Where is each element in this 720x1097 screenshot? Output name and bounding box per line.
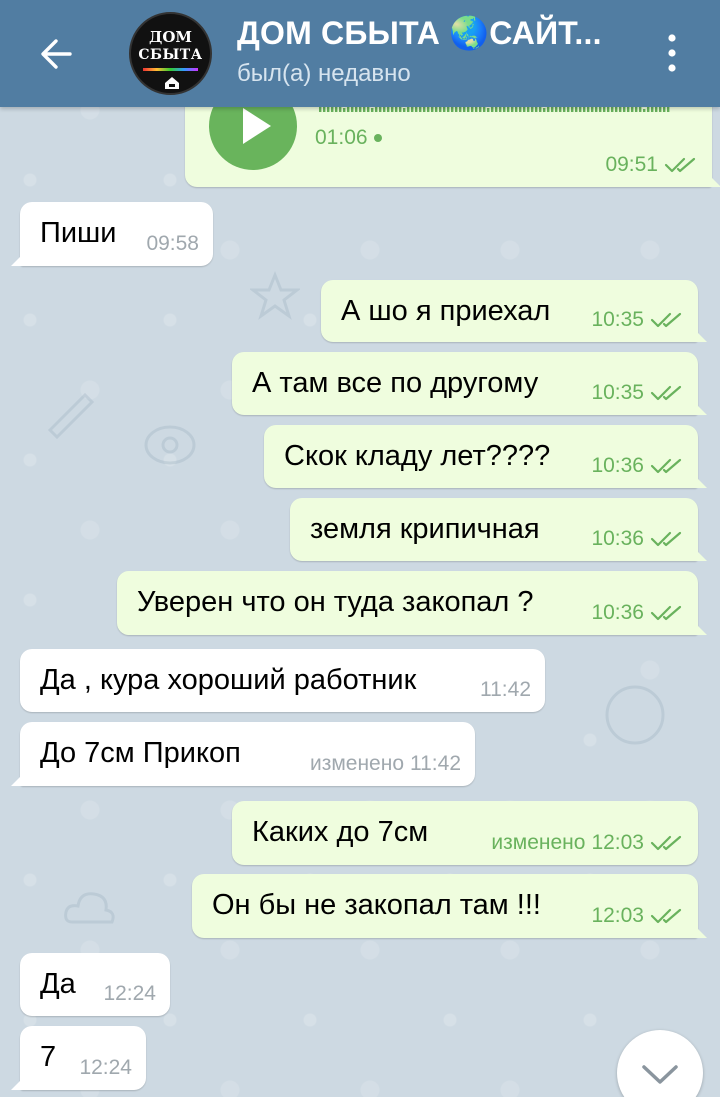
message-time: 10:36 — [591, 454, 644, 477]
message-time: 10:35 — [591, 308, 644, 331]
double-check-icon — [650, 835, 682, 851]
message-time: 09:51 — [605, 153, 658, 176]
message-text: Он бы не закопал там !!! — [212, 889, 541, 921]
waveform-bar — [527, 107, 530, 112]
message-text: А шо я приехал — [341, 295, 551, 327]
message-text: 7 — [40, 1041, 57, 1073]
avatar-text-top: ДОМ — [148, 28, 192, 46]
scroll-down-button[interactable] — [617, 1030, 703, 1097]
doodle-pencil-icon — [47, 392, 95, 440]
more-vertical-icon[interactable] — [652, 28, 692, 78]
double-check-icon — [650, 458, 682, 474]
chevron-down-icon — [642, 1065, 678, 1084]
voice-duration: 01:06 — [315, 126, 382, 150]
message-bubble[interactable]: Да , кура хороший работник 11:42 — [20, 649, 545, 712]
last-seen-status: был(а) недавно — [237, 60, 411, 87]
message-bubble[interactable]: Пиши 09:58 — [11, 202, 213, 266]
doodle-cloud-icon — [64, 892, 115, 924]
double-check-icon — [650, 908, 682, 924]
message-time: 09:58 — [146, 232, 199, 255]
double-check-icon — [650, 605, 682, 621]
double-check-icon — [664, 157, 696, 173]
message-text: А там все по другому — [252, 367, 539, 399]
message-text: Да — [40, 968, 76, 1000]
message-time: 12:24 — [79, 1056, 132, 1079]
message-text: Каких до 7см — [252, 816, 429, 848]
message-bubble[interactable]: А шо я приехал 10:35 — [321, 280, 707, 342]
waveform-bar — [403, 108, 406, 112]
avatar-rainbow-bar — [143, 68, 198, 71]
message-bubble[interactable]: Скок кладу лет???? 10:36 — [264, 425, 707, 488]
message-text: Пиши — [40, 217, 117, 249]
message-text: земля крипичная — [310, 513, 540, 545]
message-bubble[interactable]: Он бы не закопал там !!! 12:03 — [192, 874, 707, 938]
message-text: Скок кладу лет???? — [284, 440, 551, 472]
message-text: До 7см Прикоп — [40, 737, 241, 769]
message-time: 10:36 — [591, 527, 644, 550]
waveform-bar — [643, 109, 646, 112]
message-bubble[interactable]: 7 12:24 — [11, 1026, 146, 1090]
message-time: 12:03 — [591, 831, 644, 854]
message-text: Да , кура хороший работник — [40, 664, 417, 696]
edited-label: изменено — [309, 752, 404, 775]
home-icon — [165, 77, 179, 89]
arrow-left-icon[interactable] — [30, 28, 82, 80]
chat-header: ДОМ СБЫТА ДОМ СБЫТА 🌏САЙТ... был(а) неда… — [0, 0, 720, 107]
message-time: 12:03 — [591, 904, 644, 927]
message-bubble[interactable]: Уверен что он туда закопал ? 10:36 — [117, 571, 707, 635]
waveform-bar — [539, 107, 542, 112]
message-bubble[interactable]: А там все по другому 10:35 — [232, 352, 707, 415]
doodle-star-icon — [250, 270, 300, 320]
message-bubble[interactable]: Да 12:24 — [20, 953, 170, 1016]
message-time: 12:24 — [103, 982, 156, 1005]
waveform-bar — [343, 108, 346, 112]
edited-label: изменено — [491, 831, 586, 854]
waveform-bar — [543, 108, 546, 112]
waveform-bar — [603, 107, 606, 112]
avatar-text-bottom: СБЫТА — [138, 47, 203, 63]
message-text: Уверен что он туда закопал ? — [137, 586, 534, 618]
message-time: 11:42 — [480, 678, 531, 701]
message-time: 10:36 — [591, 601, 644, 624]
double-check-icon — [650, 531, 682, 547]
message-meta: 09:51 — [605, 153, 698, 177]
waveform-bar — [371, 108, 374, 112]
message-time: 11:42 — [410, 752, 461, 775]
message-bubble[interactable]: До 7см Прикоп изменено 11:42 — [11, 722, 475, 786]
message-time: 10:35 — [591, 381, 644, 404]
waveform-bar — [415, 107, 418, 112]
message-bubble[interactable]: Каких до 7см изменено 12:03 — [232, 801, 698, 865]
waveform-bar — [327, 107, 330, 112]
avatar[interactable]: ДОМ СБЫТА — [129, 12, 212, 95]
unplayed-dot — [373, 134, 382, 143]
waveform-bar — [487, 108, 490, 112]
double-check-icon — [650, 385, 682, 401]
doodle-egg-icon — [144, 425, 196, 465]
message-bubble[interactable]: земля крипичная 10:36 — [290, 498, 707, 561]
doodle-ball-icon — [605, 685, 665, 745]
double-check-icon — [650, 312, 682, 328]
chat-title[interactable]: ДОМ СБЫТА 🌏САЙТ... — [237, 14, 602, 52]
